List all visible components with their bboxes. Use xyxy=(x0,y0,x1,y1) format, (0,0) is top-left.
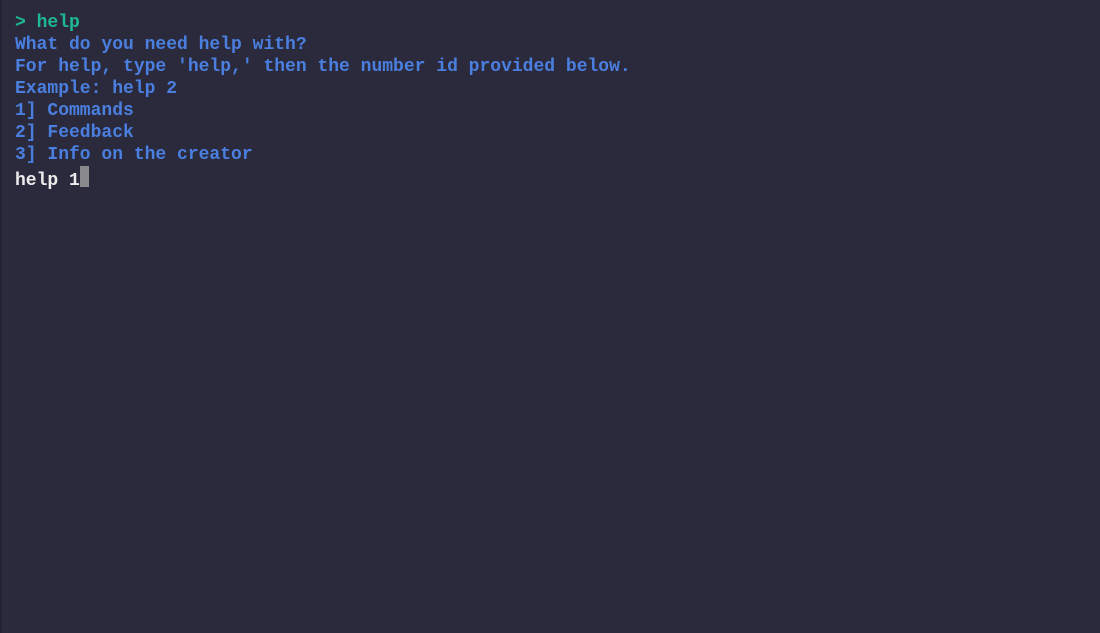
text-cursor xyxy=(79,166,89,187)
help-example: Example: help 2 xyxy=(15,79,178,99)
terminal-window[interactable]: > help What do you need help with? For h… xyxy=(0,0,1100,633)
command-input[interactable]: help 1 xyxy=(15,170,80,192)
previous-command: > help xyxy=(15,13,80,33)
help-question: What do you need help with? xyxy=(15,35,307,55)
command-input-line[interactable]: help 1 xyxy=(15,166,1100,192)
help-instructions: For help, type 'help,' then the number i… xyxy=(15,57,631,77)
help-option-commands: 1] Commands xyxy=(15,101,134,121)
help-option-creator-info: 3] Info on the creator xyxy=(15,145,253,165)
help-option-feedback: 2] Feedback xyxy=(15,123,134,143)
